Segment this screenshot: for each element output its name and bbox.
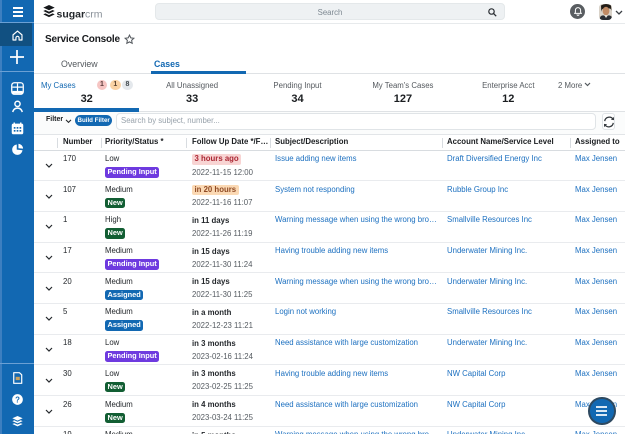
svg-text:?: ? [15,395,20,404]
svg-text:sugar: sugar [57,9,86,21]
svg-text:crm: crm [85,9,103,21]
